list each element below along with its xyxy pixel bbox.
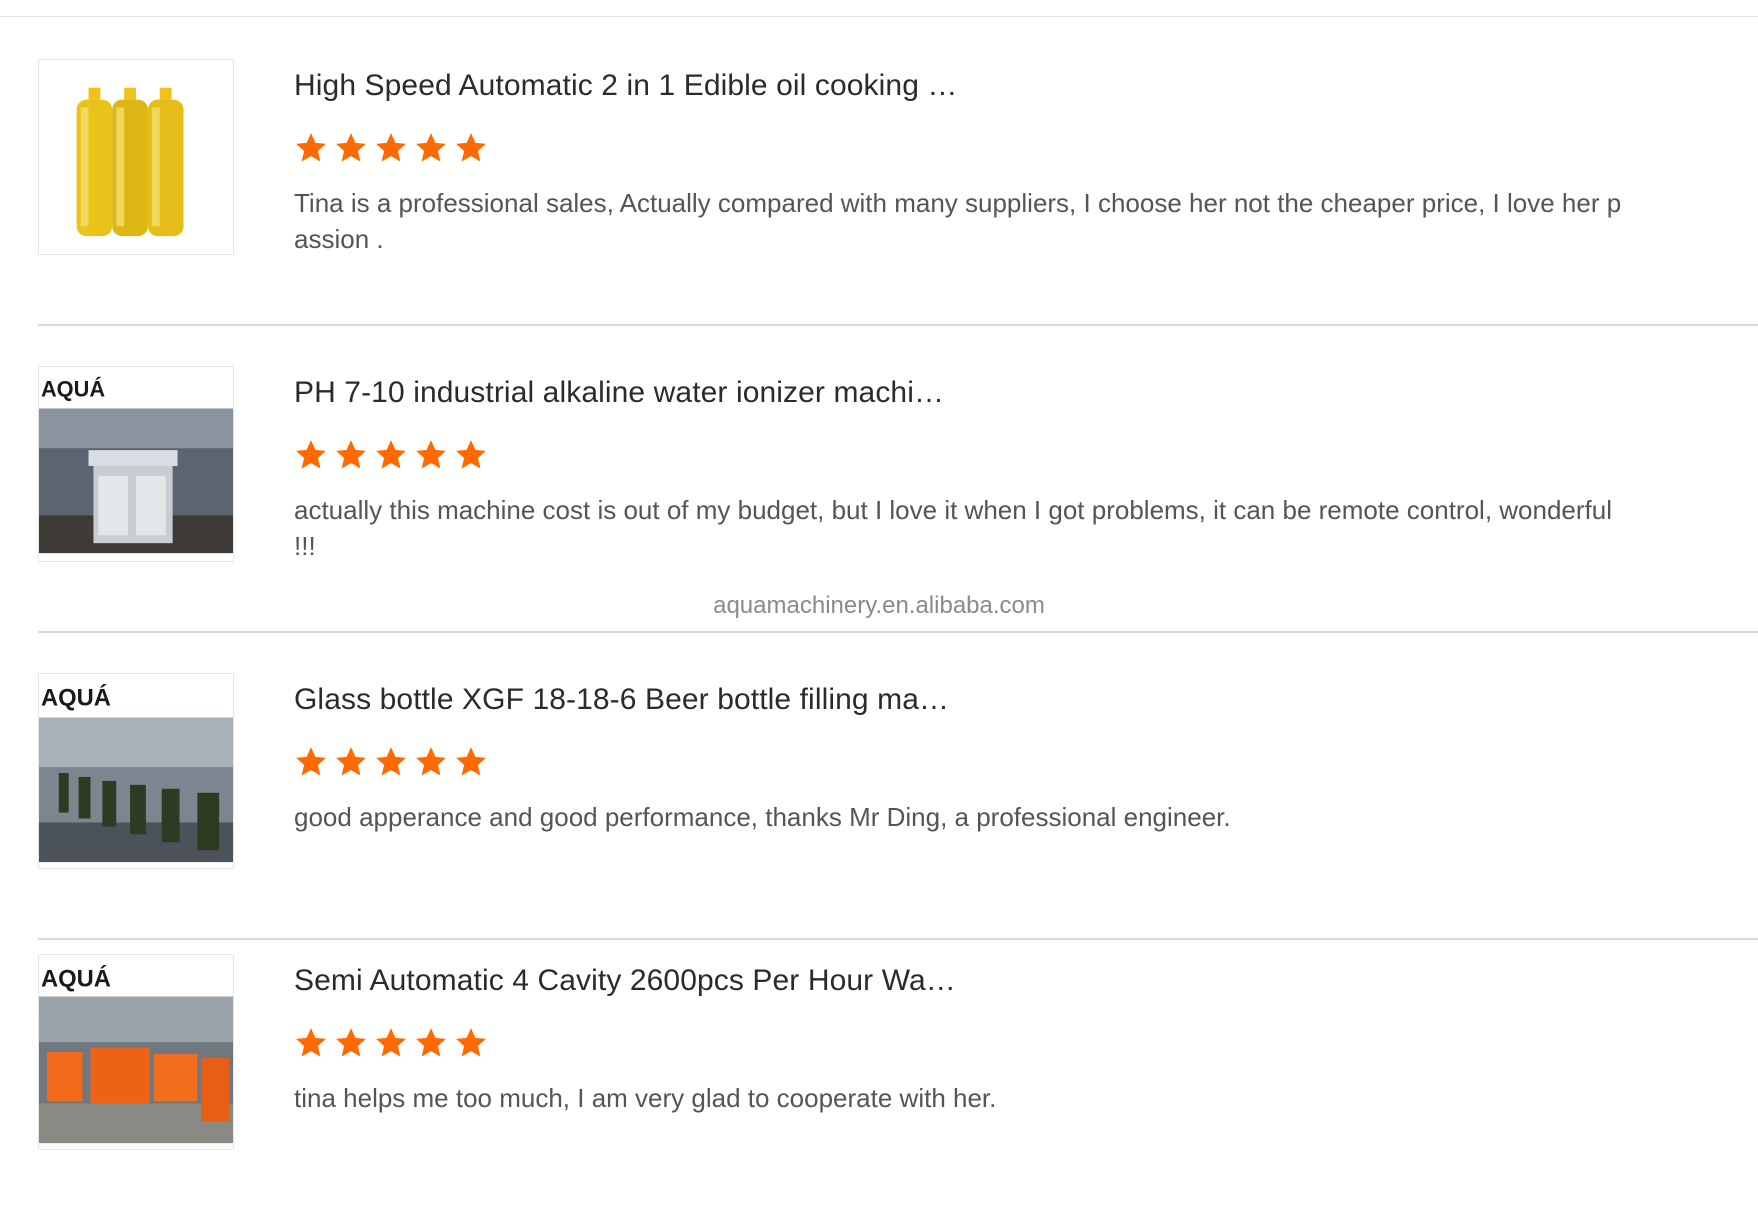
star-icon [296, 440, 326, 469]
review-item: High Speed Automatic 2 in 1 Edible oil c… [38, 17, 1758, 326]
star-icon [376, 747, 406, 776]
rating-stars [294, 438, 488, 472]
aqua-logo-text: AQUÁ [41, 684, 111, 712]
star-icon [336, 133, 366, 162]
review-comment: Tina is a professional sales, Actually c… [294, 188, 1622, 254]
star-icon [456, 747, 486, 776]
star-icon [336, 1028, 366, 1057]
star-icon [416, 1028, 446, 1057]
product-title[interactable]: Semi Automatic 4 Cavity 2600pcs Per Hour… [294, 964, 956, 998]
star-icon [416, 133, 446, 162]
water-ionizer-image: AQUÁ [39, 367, 233, 561]
star-icon [456, 440, 486, 469]
star-icon [296, 747, 326, 776]
rating-stars [294, 745, 488, 779]
review-comment: tina helps me too much, I am very glad t… [294, 1083, 997, 1113]
star-icon [336, 440, 366, 469]
oil-bottles-image [39, 60, 233, 254]
aqua-logo-text: AQUÁ [41, 377, 105, 402]
product-thumbnail[interactable]: AQUÁ [38, 366, 234, 562]
review-comment: good apperance and good performance, tha… [294, 802, 1231, 832]
review-comment: actually this machine cost is out of my … [294, 495, 1613, 561]
beer-bottle-line-image: AQUÁ [39, 674, 233, 868]
blow-molding-machine-image: AQUÁ [39, 955, 233, 1149]
reviews-page: High Speed Automatic 2 in 1 Edible oil c… [0, 0, 1758, 1218]
product-thumbnail[interactable]: AQUÁ [38, 954, 234, 1150]
review-item: AQUÁ Semi Automatic 4 Cavity 2600pcs Per… [38, 912, 1758, 1218]
star-icon [416, 440, 446, 469]
review-item: AQUÁ Glass bottle XGF 18-18-6 Beer bottl… [38, 631, 1758, 940]
star-icon [296, 133, 326, 162]
product-thumbnail[interactable] [38, 59, 234, 255]
product-thumbnail[interactable]: AQUÁ [38, 673, 234, 869]
star-icon [296, 1028, 326, 1057]
star-icon [416, 747, 446, 776]
star-icon [456, 133, 486, 162]
star-icon [376, 440, 406, 469]
product-title[interactable]: High Speed Automatic 2 in 1 Edible oil c… [294, 69, 958, 103]
star-icon [376, 1028, 406, 1057]
star-icon [376, 133, 406, 162]
rating-stars [294, 1026, 488, 1060]
review-item: AQUÁ PH 7-10 industrial alkaline water i… [38, 324, 1758, 633]
product-title[interactable]: Glass bottle XGF 18-18-6 Beer bottle fil… [294, 683, 949, 717]
rating-stars [294, 131, 488, 165]
product-title[interactable]: PH 7-10 industrial alkaline water ionize… [294, 376, 944, 410]
star-icon [336, 747, 366, 776]
site-watermark: aquamachinery.en.alibaba.com [713, 592, 1045, 619]
aqua-logo-text: AQUÁ [41, 965, 111, 993]
star-icon [456, 1028, 486, 1057]
